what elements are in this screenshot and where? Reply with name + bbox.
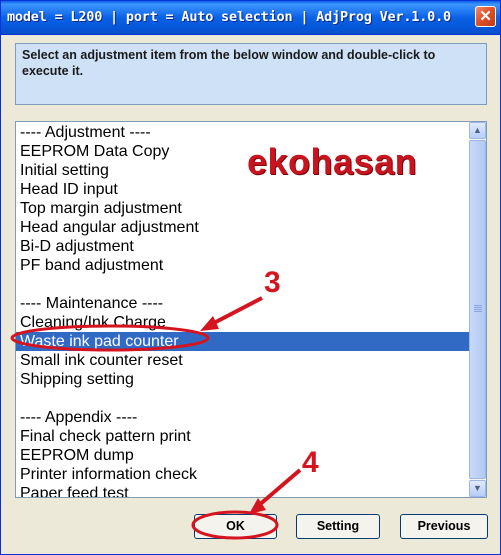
close-icon: ✕ — [479, 8, 492, 25]
list-item[interactable]: PF band adjustment — [16, 256, 469, 275]
up-arrow-icon: ▲ — [473, 125, 482, 135]
instruction-box: Select an adjustment item from the below… — [15, 43, 487, 105]
previous-button[interactable]: Previous — [400, 514, 488, 539]
instruction-text: Select an adjustment item from the below… — [22, 48, 436, 78]
list-item[interactable]: Small ink counter reset — [16, 351, 469, 370]
down-arrow-icon: ▼ — [473, 483, 482, 493]
window-title: model = L200 | port = Auto selection | A… — [7, 9, 451, 25]
close-button[interactable]: ✕ — [475, 6, 496, 27]
scroll-thumb[interactable] — [469, 140, 486, 479]
adjprog-window: model = L200 | port = Auto selection | A… — [0, 0, 501, 555]
list-item[interactable]: Waste ink pad counter — [16, 332, 469, 351]
list-item[interactable]: ---- Maintenance ---- — [16, 294, 469, 313]
list-item[interactable]: Final check pattern print — [16, 427, 469, 446]
list-item[interactable]: Cleaning/Ink Charge — [16, 313, 469, 332]
list-item[interactable]: EEPROM dump — [16, 446, 469, 465]
vertical-scrollbar[interactable]: ▲ ▼ — [469, 122, 486, 497]
list-item[interactable]: Top margin adjustment — [16, 199, 469, 218]
list-item[interactable]: Bi-D adjustment — [16, 237, 469, 256]
step-3-label: 3 — [264, 266, 281, 299]
setting-button[interactable]: Setting — [296, 514, 380, 539]
scroll-up-button[interactable]: ▲ — [469, 122, 486, 139]
scroll-down-button[interactable]: ▼ — [469, 480, 486, 497]
list-item[interactable]: Shipping setting — [16, 370, 469, 389]
list-item[interactable]: Paper feed test — [16, 484, 469, 497]
list-item[interactable]: ---- Adjustment ---- — [16, 123, 469, 142]
list-item[interactable]: ---- Appendix ---- — [16, 408, 469, 427]
watermark-text: ekohasan — [247, 141, 418, 182]
list-item[interactable]: Printer information check — [16, 465, 469, 484]
list-item[interactable]: Head angular adjustment — [16, 218, 469, 237]
title-bar[interactable]: model = L200 | port = Auto selection | A… — [1, 1, 500, 35]
step-4-label: 4 — [302, 446, 319, 479]
ok-button[interactable]: OK — [194, 514, 277, 539]
